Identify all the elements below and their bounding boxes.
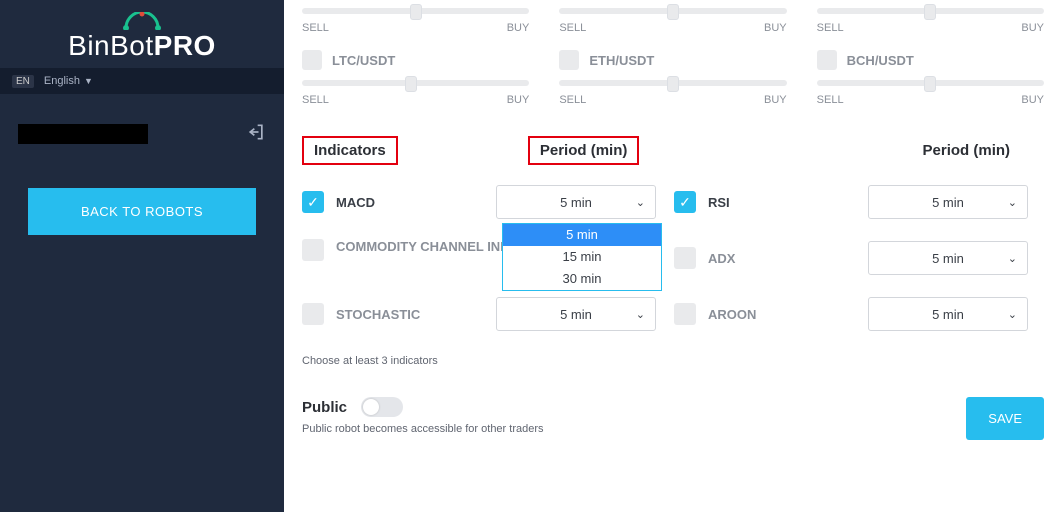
pair-ltc-usdt: LTC/USDT SELL BUY <box>302 50 529 106</box>
brand-text-suf: PRO <box>154 30 216 61</box>
indicator-row-aroon: AROON 5 min⌄ <box>674 295 1044 333</box>
sidebar: BinBotPRO EN English ▼ BACK TO ROBOTS <box>0 0 284 512</box>
pair-slider: SELL BUY <box>817 4 1044 34</box>
indicator-label: AROON <box>708 307 868 322</box>
slider-track[interactable] <box>559 76 786 88</box>
period-header-left: Period (min) <box>528 136 640 165</box>
period-select[interactable]: 5 min⌄ <box>496 297 656 331</box>
chevron-down-icon: ⌄ <box>1008 196 1017 209</box>
main-content: SELL BUY SELL BUY SELL BUY LTC/USDT SELL BUY… <box>284 0 1062 512</box>
period-select[interactable]: 5 min⌄ <box>868 297 1028 331</box>
sell-label: SELL <box>559 22 586 34</box>
chevron-down-icon: ⌄ <box>1008 252 1017 265</box>
sell-label: SELL <box>559 94 586 106</box>
period-option[interactable]: 15 min <box>503 246 661 268</box>
indicator-checkbox[interactable]: ✓ <box>302 191 324 213</box>
pair-label: ETH/USDT <box>589 53 654 68</box>
brand-text-pre: BinBot <box>68 30 154 61</box>
slider-track[interactable] <box>817 4 1044 16</box>
period-select[interactable]: 5 min⌄ <box>868 241 1028 275</box>
indicator-label: STOCHASTIC <box>336 307 496 322</box>
chevron-down-icon: ⌄ <box>1008 308 1017 321</box>
period-select[interactable]: 5 min⌄ <box>868 185 1028 219</box>
sell-label: SELL <box>302 94 329 106</box>
slider-track[interactable] <box>302 4 529 16</box>
pair-checkbox[interactable] <box>559 50 579 70</box>
buy-label: BUY <box>1021 22 1044 34</box>
period-dropdown-open[interactable]: 5 min 15 min 30 min <box>502 223 662 291</box>
back-to-robots-button[interactable]: BACK TO ROBOTS <box>28 188 256 235</box>
indicators-section: Indicators Period (min) Period (min) ✓ M… <box>302 136 1044 367</box>
pair-slider: SELL BUY <box>302 4 529 34</box>
pair-label: BCH/USDT <box>847 53 914 68</box>
indicator-row-macd: ✓ MACD 5 min⌄ <box>302 183 672 221</box>
language-selector[interactable]: EN English ▼ <box>0 68 284 94</box>
save-button[interactable]: SAVE <box>966 397 1044 440</box>
indicators-right-column: ✓ RSI 5 min⌄ ADX 5 min⌄ AROON 5 min⌄ <box>674 183 1044 351</box>
period-select[interactable]: 5 min⌄ <box>496 185 656 219</box>
language-code-badge: EN <box>12 75 34 88</box>
slider-track[interactable] <box>559 4 786 16</box>
indicator-row-rsi: ✓ RSI 5 min⌄ <box>674 183 1044 221</box>
indicator-checkbox[interactable] <box>302 239 324 261</box>
indicator-checkbox[interactable]: ✓ <box>674 191 696 213</box>
brand-logo: BinBotPRO <box>0 0 284 68</box>
indicators-hint: Choose at least 3 indicators <box>302 355 1044 367</box>
pair-bch-usdt: BCH/USDT SELL BUY <box>817 50 1044 106</box>
sell-label: SELL <box>302 22 329 34</box>
pair-sliders-row-2: LTC/USDT SELL BUY ETH/USDT SELL BUY BCH/US… <box>302 34 1044 106</box>
pair-sliders-row-1: SELL BUY SELL BUY SELL BUY <box>302 0 1044 34</box>
buy-label: BUY <box>1021 94 1044 106</box>
sell-label: SELL <box>817 94 844 106</box>
chevron-down-icon: ⌄ <box>636 308 645 321</box>
buy-label: BUY <box>507 94 530 106</box>
indicator-label: MACD <box>336 195 496 210</box>
buy-label: BUY <box>764 22 787 34</box>
buy-label: BUY <box>507 22 530 34</box>
pair-eth-usdt: ETH/USDT SELL BUY <box>559 50 786 106</box>
pair-checkbox[interactable] <box>302 50 322 70</box>
indicator-checkbox[interactable] <box>674 247 696 269</box>
indicator-label: RSI <box>708 195 868 210</box>
slider-track[interactable] <box>302 76 529 88</box>
public-toggle[interactable] <box>361 397 403 417</box>
buy-label: BUY <box>764 94 787 106</box>
sell-label: SELL <box>817 22 844 34</box>
user-name-redacted <box>18 124 148 144</box>
period-option[interactable]: 5 min <box>503 224 661 246</box>
slider-track[interactable] <box>817 76 1044 88</box>
logout-icon[interactable] <box>246 122 266 147</box>
indicators-header: Indicators <box>302 136 398 165</box>
pair-label: LTC/USDT <box>332 53 395 68</box>
language-label: English <box>44 75 80 87</box>
period-header-right: Period (min) <box>889 136 1044 165</box>
footer-row: Public Public robot becomes accessible f… <box>302 397 1044 440</box>
pair-slider: SELL BUY <box>559 4 786 34</box>
public-description: Public robot becomes accessible for othe… <box>302 423 544 435</box>
indicator-checkbox[interactable] <box>302 303 324 325</box>
user-row <box>0 106 284 162</box>
public-block: Public Public robot becomes accessible f… <box>302 397 544 435</box>
chevron-down-icon: ⌄ <box>636 196 645 209</box>
public-label: Public <box>302 399 347 416</box>
indicator-row-adx: ADX 5 min⌄ <box>674 239 1044 277</box>
chevron-down-icon: ▼ <box>84 76 93 86</box>
indicator-checkbox[interactable] <box>674 303 696 325</box>
period-option[interactable]: 30 min <box>503 268 661 290</box>
indicator-row-stochastic: STOCHASTIC 5 min⌄ <box>302 295 672 333</box>
indicator-label: ADX <box>708 251 868 266</box>
pair-checkbox[interactable] <box>817 50 837 70</box>
logo-arc-icon <box>120 12 164 30</box>
